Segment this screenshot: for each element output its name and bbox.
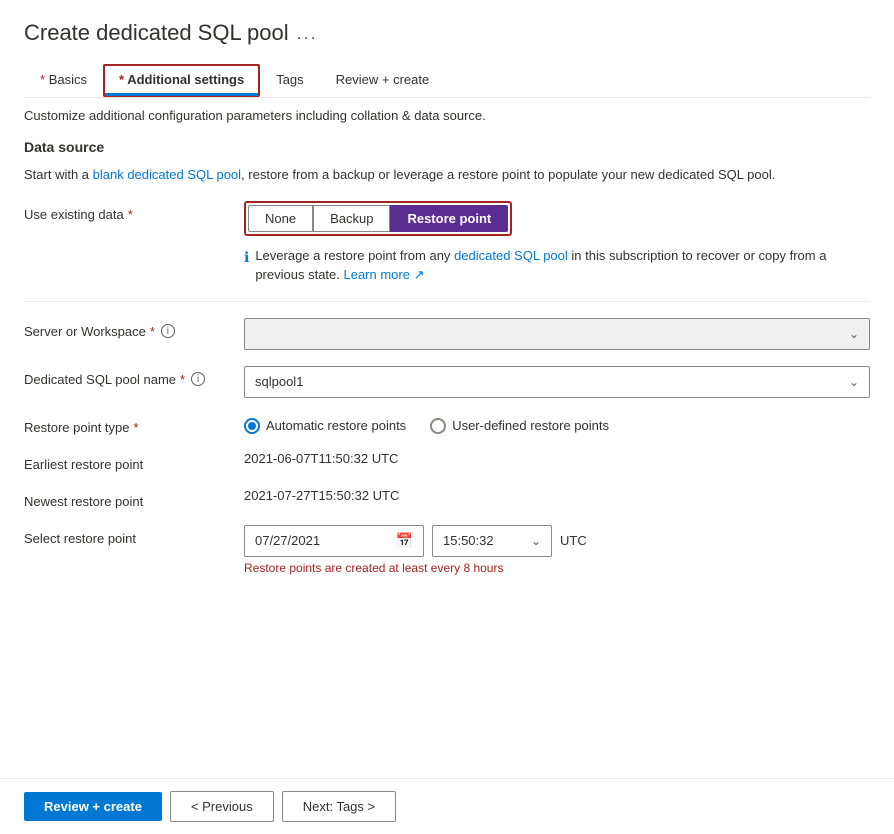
earliest-restore-value-container: 2021-06-07T11:50:32 UTC bbox=[244, 451, 870, 466]
newest-restore-row: Newest restore point 2021-07-27T15:50:32… bbox=[24, 488, 870, 509]
restore-type-label: Restore point type * bbox=[24, 414, 244, 435]
earliest-restore-row: Earliest restore point 2021-06-07T11:50:… bbox=[24, 451, 870, 472]
tab-review-create[interactable]: Review + create bbox=[320, 64, 446, 97]
time-chevron-icon: ⌄ bbox=[531, 534, 541, 548]
tab-basics[interactable]: * Basics bbox=[24, 64, 103, 97]
select-restore-control: 07/27/2021 📅 15:50:32 ⌄ UTC Restore poin… bbox=[244, 525, 870, 575]
option-none[interactable]: None bbox=[248, 205, 313, 232]
page-subtitle: Customize additional configuration param… bbox=[24, 108, 870, 123]
radio-user-defined[interactable]: User-defined restore points bbox=[430, 418, 609, 434]
newest-restore-value: 2021-07-27T15:50:32 UTC bbox=[244, 482, 399, 503]
use-existing-control: None Backup Restore point ℹ Leverage a r… bbox=[244, 201, 870, 285]
learn-more-link[interactable]: Learn more ↗ bbox=[343, 267, 424, 282]
page-title-container: Create dedicated SQL pool ... bbox=[24, 20, 870, 46]
datasource-description: Start with a blank dedicated SQL pool, r… bbox=[24, 165, 870, 185]
previous-button[interactable]: < Previous bbox=[170, 791, 274, 822]
server-info-icon[interactable]: i bbox=[161, 324, 175, 338]
footer: Review + create < Previous Next: Tags > bbox=[0, 778, 894, 834]
earliest-restore-value: 2021-06-07T11:50:32 UTC bbox=[244, 445, 398, 466]
date-time-row: 07/27/2021 📅 15:50:32 ⌄ UTC bbox=[244, 525, 870, 557]
select-restore-label: Select restore point bbox=[24, 525, 244, 546]
option-backup[interactable]: Backup bbox=[313, 205, 390, 232]
restore-type-radio-group: Automatic restore points User-defined re… bbox=[244, 414, 870, 434]
date-picker[interactable]: 07/27/2021 📅 bbox=[244, 525, 424, 557]
server-dropdown-control: ⌄ bbox=[244, 318, 870, 350]
earliest-restore-label: Earliest restore point bbox=[24, 451, 244, 472]
newest-restore-value-container: 2021-07-27T15:50:32 UTC bbox=[244, 488, 870, 503]
tab-additional-settings[interactable]: * Additional settings bbox=[103, 64, 260, 97]
option-restore-point[interactable]: Restore point bbox=[390, 205, 508, 232]
tabs-container: * Basics * Additional settings Tags Revi… bbox=[24, 64, 870, 98]
select-restore-row: Select restore point 07/27/2021 📅 15:50:… bbox=[24, 525, 870, 575]
radio-automatic-circle bbox=[244, 418, 260, 434]
info-icon: ℹ bbox=[244, 247, 249, 268]
blank-pool-link[interactable]: blank dedicated SQL pool bbox=[93, 167, 241, 182]
review-create-button[interactable]: Review + create bbox=[24, 792, 162, 821]
calendar-icon: 📅 bbox=[396, 532, 413, 549]
restore-type-row: Restore point type * Automatic restore p… bbox=[24, 414, 870, 435]
dedicated-pool-link[interactable]: dedicated SQL pool bbox=[454, 248, 568, 263]
restore-note: Restore points are created at least ever… bbox=[244, 561, 870, 575]
use-existing-row: Use existing data * None Backup Restore … bbox=[24, 201, 870, 285]
pool-name-chevron-icon: ⌄ bbox=[849, 375, 859, 389]
tab-tags[interactable]: Tags bbox=[260, 64, 319, 97]
server-dropdown[interactable]: ⌄ bbox=[244, 318, 870, 350]
restore-type-control: Automatic restore points User-defined re… bbox=[244, 414, 870, 434]
page-title: Create dedicated SQL pool bbox=[24, 20, 289, 46]
page-title-ellipsis: ... bbox=[297, 23, 318, 44]
date-value: 07/27/2021 bbox=[255, 533, 320, 548]
server-row: Server or Workspace * i ⌄ bbox=[24, 318, 870, 350]
pool-name-row: Dedicated SQL pool name * i sqlpool1 ⌄ bbox=[24, 366, 870, 398]
time-picker[interactable]: 15:50:32 ⌄ bbox=[432, 525, 552, 557]
pool-name-label: Dedicated SQL pool name * i bbox=[24, 366, 244, 387]
divider-1 bbox=[24, 301, 870, 302]
next-button[interactable]: Next: Tags > bbox=[282, 791, 396, 822]
restore-option-group-wrapper: None Backup Restore point bbox=[244, 201, 512, 236]
pool-name-dropdown[interactable]: sqlpool1 ⌄ bbox=[244, 366, 870, 398]
pool-name-dropdown-control: sqlpool1 ⌄ bbox=[244, 366, 870, 398]
restore-info-box: ℹ Leverage a restore point from any dedi… bbox=[244, 246, 870, 285]
time-value: 15:50:32 bbox=[443, 533, 494, 548]
radio-user-defined-circle bbox=[430, 418, 446, 434]
server-label: Server or Workspace * i bbox=[24, 318, 244, 339]
section-datasource-title: Data source bbox=[24, 139, 870, 155]
server-chevron-icon: ⌄ bbox=[849, 327, 859, 341]
use-existing-label: Use existing data * bbox=[24, 201, 244, 222]
pool-name-info-icon[interactable]: i bbox=[191, 372, 205, 386]
timezone-label: UTC bbox=[560, 533, 587, 548]
radio-automatic[interactable]: Automatic restore points bbox=[244, 418, 406, 434]
newest-restore-label: Newest restore point bbox=[24, 488, 244, 509]
